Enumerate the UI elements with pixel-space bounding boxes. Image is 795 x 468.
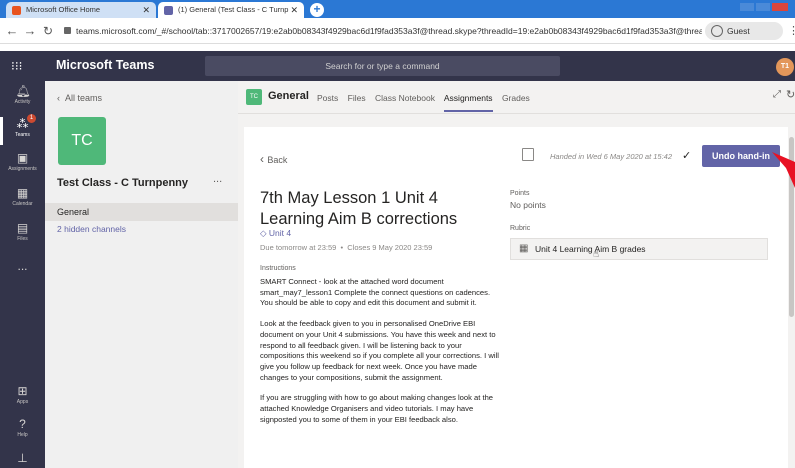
all-teams-link[interactable]: ‹ All teams	[57, 93, 102, 103]
assignment-card: ‹ Back Handed in Wed 6 May 2020 at 15:42…	[244, 127, 788, 468]
tab-files[interactable]: Files	[348, 93, 366, 103]
window-controls	[740, 3, 788, 13]
tab-posts[interactable]: Posts	[317, 93, 338, 103]
instructions-paragraph: If you are struggling with how to go abo…	[260, 393, 494, 424]
bell-icon: 🔔︎	[15, 84, 31, 98]
grid-icon: ▦	[519, 243, 529, 254]
browser-tab-strip: Microsoft Office Home ✕ (1) General (Tes…	[0, 0, 795, 18]
back-button[interactable]: ‹ Back	[260, 152, 287, 166]
refresh-icon[interactable]: ↻	[786, 88, 795, 101]
forward-arrow-icon[interactable]: →	[22, 22, 38, 40]
rail-item-files[interactable]: ▤ Files	[0, 221, 45, 242]
closes-date: Closes 9 May 2020 23:59	[347, 243, 433, 252]
points-label: Points	[510, 190, 530, 197]
arrow-icon	[772, 152, 795, 188]
instructions-paragraph: Look at the feedback given to you in per…	[260, 319, 499, 382]
channel-tabs: Posts Files Class Notebook Assignments G…	[317, 93, 530, 112]
rail-item-apps[interactable]: ⊞ Apps	[0, 384, 45, 405]
profile-label: Guest	[727, 26, 750, 36]
back-arrow-icon[interactable]: ←	[4, 22, 20, 40]
channel-avatar: TC	[246, 89, 262, 105]
window-close-icon[interactable]	[772, 3, 788, 11]
reload-icon[interactable]: ↻	[40, 22, 56, 40]
url-text: teams.microsoft.com/_#/school/tab::37170…	[76, 26, 702, 36]
address-bar[interactable]: teams.microsoft.com/_#/school/tab::37170…	[62, 21, 702, 41]
browser-tab-teams[interactable]: (1) General (Test Class - C Turnp ✕	[158, 2, 304, 18]
points-value: No points	[510, 200, 546, 210]
app-name: Microsoft Teams	[56, 58, 155, 72]
avatar[interactable]: T1	[776, 58, 794, 76]
team-panel: ‹ All teams TC Test Class - C Turnpenny …	[45, 81, 238, 468]
assignment-title: 7th May Lesson 1 Unit 4 Learning Aim B c…	[260, 189, 458, 228]
chevron-left-icon: ‹	[57, 93, 65, 103]
apps-icon: ⊞	[17, 384, 28, 398]
lock-icon	[64, 27, 71, 34]
undo-hand-in-button[interactable]: Undo hand-in	[702, 145, 780, 167]
maximize-icon[interactable]	[756, 3, 770, 11]
close-icon[interactable]: ✕	[142, 2, 150, 18]
download-icon: ⊥	[17, 451, 28, 465]
channel-name: General	[268, 90, 309, 102]
teams-favicon-icon	[164, 6, 173, 15]
app-launcher-icon[interactable]: ⁝⁝⁝	[11, 59, 25, 73]
team-name: Test Class - C Turnpenny	[57, 177, 189, 189]
toolbar-gap	[0, 44, 795, 51]
rail-item-activity[interactable]: 🔔︎ Activity	[0, 84, 45, 105]
hidden-channels-link[interactable]: 2 hidden channels	[57, 224, 126, 234]
close-icon[interactable]: ✕	[290, 2, 298, 18]
search-input[interactable]: Search for or type a command	[205, 56, 560, 76]
rail-item-calendar[interactable]: ▦ Calendar	[0, 186, 45, 207]
files-icon: ▤	[16, 221, 29, 235]
team-avatar: TC	[58, 117, 106, 165]
due-info: Due tomorrow at 23:59 • Closes 9 May 202…	[260, 243, 433, 252]
tab-class-notebook[interactable]: Class Notebook	[375, 93, 435, 103]
rail-item-download[interactable]: ⊥	[0, 451, 45, 466]
document-icon	[522, 148, 534, 161]
rail-item-help[interactable]: ? Help	[0, 417, 45, 438]
handed-in-status: Handed in Wed 6 May 2020 at 15:42	[550, 152, 673, 161]
category-tag: ◇ Unit 4	[260, 228, 292, 238]
instructions-label: Instructions	[260, 265, 296, 272]
notification-badge: 1	[27, 114, 36, 123]
divider	[238, 113, 795, 114]
hand-cursor-icon: ☝︎	[593, 249, 600, 260]
browser-tab-title: Microsoft Office Home	[26, 5, 101, 14]
office-favicon-icon	[12, 6, 21, 15]
team-more-icon[interactable]: ...	[213, 173, 222, 185]
profile-icon	[711, 25, 723, 37]
rubric-item[interactable]: ▦ Unit 4 Learning Aim B grades ☝︎	[510, 238, 768, 260]
browser-tab-title: (1) General (Test Class - C Turnp	[178, 5, 289, 14]
app-rail: 🔔︎ Activity ⁂ Teams 1 ▣ Assignments ▦ Calend…	[0, 81, 45, 468]
instructions-body: SMART Connect - look at the attached wor…	[260, 277, 502, 425]
rail-item-more[interactable]: ...	[0, 259, 45, 273]
browser-tab-office[interactable]: Microsoft Office Home ✕	[6, 2, 156, 18]
tab-assignments[interactable]: Assignments	[443, 93, 493, 112]
due-date: Due tomorrow at 23:59	[260, 243, 337, 252]
active-indicator	[0, 117, 3, 145]
red-arrow-annotation	[772, 152, 795, 188]
minimize-icon[interactable]	[740, 3, 754, 11]
rail-item-teams[interactable]: ⁂ Teams 1	[0, 114, 45, 145]
browser-toolbar: ← → ↻ teams.microsoft.com/_#/school/tab:…	[0, 18, 795, 44]
calendar-icon: ▦	[16, 186, 29, 200]
new-tab-button[interactable]: +	[310, 3, 324, 17]
channel-general[interactable]: General	[45, 203, 238, 221]
assignments-icon: ▣	[16, 151, 29, 165]
profile-button[interactable]: Guest	[705, 22, 783, 40]
expand-icon[interactable]: ⤢	[773, 89, 781, 100]
rubric-label: Rubric	[510, 225, 531, 232]
browser-menu-icon[interactable]: ⋮	[788, 24, 795, 38]
checkmark-icon: ✓	[682, 150, 692, 162]
rail-item-assignments[interactable]: ▣ Assignments	[0, 151, 45, 172]
instructions-paragraph: SMART Connect - look at the attached wor…	[260, 277, 491, 308]
teams-header: ⁝⁝⁝ Microsoft Teams Search for or type a…	[0, 51, 795, 81]
tab-grades[interactable]: Grades	[502, 93, 530, 103]
tag-icon: ◇	[260, 228, 269, 238]
help-icon: ?	[19, 417, 26, 431]
